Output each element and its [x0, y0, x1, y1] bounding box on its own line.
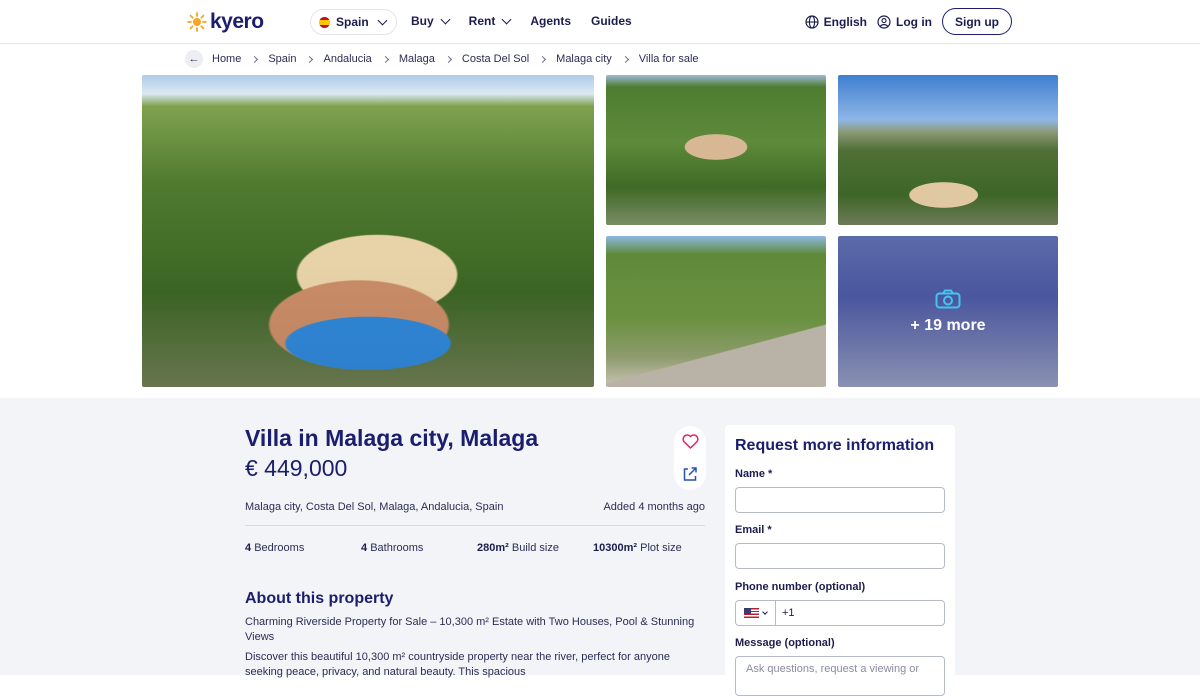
- fact-bathrooms: 4 Bathrooms: [361, 542, 423, 554]
- logo-text: kyero: [210, 10, 264, 33]
- header-actions: English Log in Sign up: [805, 8, 1012, 35]
- signup-button[interactable]: Sign up: [942, 8, 1012, 35]
- spain-flag-icon: [319, 16, 330, 28]
- phone-field[interactable]: +1: [735, 600, 945, 626]
- phone-input[interactable]: +1: [776, 607, 795, 619]
- login-link[interactable]: Log in: [877, 15, 932, 29]
- message-label: Message (optional): [735, 637, 835, 649]
- chevron-down-icon: [501, 14, 512, 24]
- sun-logo-icon: [187, 12, 207, 32]
- listing-location: Malaga city, Costa Del Sol, Malaga, Anda…: [245, 501, 504, 513]
- nav-agents[interactable]: Agents: [530, 14, 571, 28]
- name-input[interactable]: [735, 487, 945, 513]
- fact-bedrooms: 4 Bedrooms: [245, 542, 304, 554]
- country-label: Spain: [336, 15, 369, 29]
- nav-rent[interactable]: Rent: [468, 14, 512, 28]
- more-photos-label: + 19 more: [910, 316, 986, 334]
- fact-bedrooms-label: Bedrooms: [254, 542, 305, 554]
- phone-country-select[interactable]: [736, 601, 776, 625]
- language-selector[interactable]: English: [805, 15, 867, 29]
- property-photo-1[interactable]: [606, 75, 826, 225]
- fact-build-size-label: Build size: [511, 542, 559, 554]
- breadcrumb-malaga[interactable]: Malaga: [399, 53, 435, 65]
- more-photos-tile[interactable]: + 19 more: [838, 236, 1058, 387]
- chevron-down-icon: [440, 14, 451, 24]
- listing-added-date: Added 4 months ago: [603, 501, 705, 513]
- about-paragraph-2: Discover this beautiful 10,300 m² countr…: [245, 651, 670, 678]
- name-label: Name *: [735, 468, 773, 480]
- breadcrumb: ← Home Spain Andalucia Malaga Costa Del …: [185, 50, 699, 68]
- fact-build-size: 280m² Build size: [477, 542, 559, 554]
- breadcrumb-andalucia[interactable]: Andalucia: [323, 53, 371, 65]
- chevron-right-icon: [381, 55, 389, 63]
- about-heading: About this property: [245, 590, 394, 607]
- breadcrumb-costa-del-sol[interactable]: Costa Del Sol: [462, 53, 529, 65]
- camera-icon: [935, 289, 961, 308]
- chevron-down-icon: [762, 609, 768, 615]
- request-info-form: Request more information Name * Email * …: [725, 425, 955, 696]
- country-selector[interactable]: Spain: [310, 9, 397, 35]
- language-label: English: [823, 14, 867, 29]
- breadcrumb-home[interactable]: Home: [212, 53, 241, 65]
- login-label: Log in: [896, 14, 932, 29]
- back-button[interactable]: ←: [185, 50, 203, 68]
- listing-price: € 449,000: [245, 455, 348, 481]
- about-paragraph-1: Charming Riverside Property for Sale – 1…: [245, 616, 695, 643]
- message-textarea[interactable]: Ask questions, request a viewing or: [735, 656, 945, 696]
- nav-buy[interactable]: Buy: [411, 14, 451, 28]
- fact-plot-size: 10300m² Plot size: [593, 542, 682, 554]
- chevron-right-icon: [621, 55, 629, 63]
- chevron-right-icon: [251, 55, 259, 63]
- fact-plot-size-value: 10300m²: [593, 542, 638, 554]
- nav-guides-label: Guides: [591, 14, 632, 28]
- main-nav: Buy Rent Agents Guides: [411, 14, 632, 28]
- chevron-right-icon: [539, 55, 547, 63]
- property-photo-3[interactable]: [606, 236, 826, 387]
- fact-bedrooms-value: 4: [245, 542, 252, 554]
- fact-bathrooms-value: 4: [361, 542, 368, 554]
- email-label: Email *: [735, 524, 772, 536]
- breadcrumb-malaga-city[interactable]: Malaga city: [556, 53, 612, 65]
- chevron-right-icon: [306, 55, 314, 63]
- fact-bathrooms-label: Bathrooms: [370, 542, 424, 554]
- form-heading: Request more information: [735, 437, 935, 454]
- listing-actions: [674, 426, 706, 490]
- chevron-right-icon: [444, 55, 452, 63]
- more-photos-overlay: + 19 more: [838, 236, 1058, 387]
- us-flag-icon: [744, 608, 759, 618]
- property-photo-2[interactable]: [838, 75, 1058, 225]
- listing-title: Villa in Malaga city, Malaga: [245, 425, 539, 451]
- nav-agents-label: Agents: [530, 14, 572, 28]
- nav-buy-label: Buy: [411, 14, 434, 28]
- globe-icon: [805, 14, 819, 29]
- phone-label: Phone number (optional): [735, 581, 866, 593]
- arrow-left-icon: ←: [188, 53, 200, 65]
- divider: [245, 525, 705, 526]
- nav-guides[interactable]: Guides: [591, 14, 632, 28]
- breadcrumb-spain[interactable]: Spain: [268, 53, 296, 65]
- email-input[interactable]: [735, 543, 945, 569]
- fact-build-size-value: 280m²: [477, 542, 509, 554]
- fact-plot-size-label: Plot size: [640, 542, 682, 554]
- heart-icon[interactable]: [681, 434, 699, 449]
- chevron-down-icon: [377, 15, 388, 25]
- nav-rent-label: Rent: [468, 14, 496, 28]
- breadcrumb-villa-for-sale[interactable]: Villa for sale: [639, 53, 699, 65]
- site-header: kyero Spain Buy Rent Agents Guides Engli…: [0, 0, 1200, 44]
- user-icon: [877, 14, 891, 29]
- share-icon[interactable]: [682, 466, 698, 482]
- main-property-photo[interactable]: [142, 75, 594, 387]
- kyero-logo[interactable]: kyero: [187, 10, 264, 34]
